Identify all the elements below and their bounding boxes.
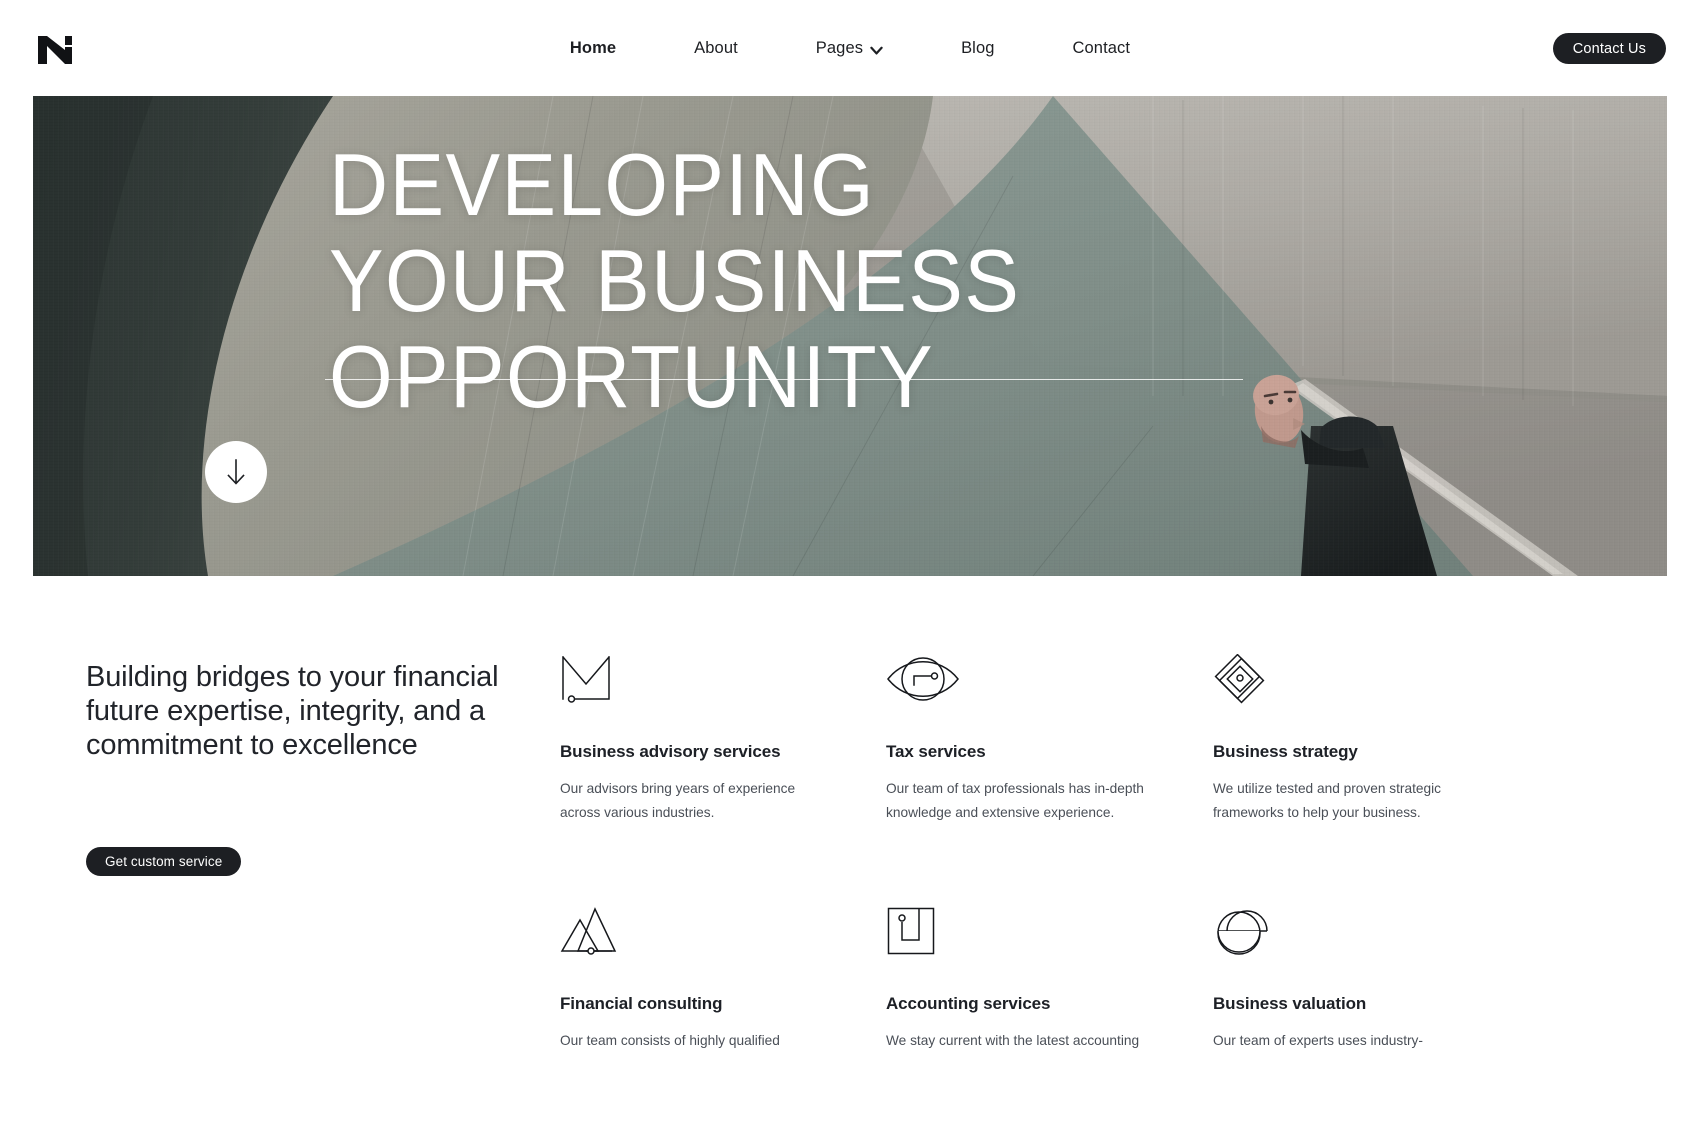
service-card-title: Tax services (886, 742, 986, 761)
nav-item-contact[interactable]: Contact (1073, 39, 1131, 58)
scroll-down-button[interactable] (205, 441, 267, 503)
service-card-description: We stay current with the latest accounti… (886, 1033, 1140, 1048)
eye-icon (886, 654, 1186, 712)
service-card-accounting-services[interactable]: Accounting services We stay current with… (886, 906, 1186, 1053)
service-card-business-valuation[interactable]: Business valuation Our team of experts u… (1213, 906, 1513, 1053)
service-card-description: We utilize tested and proven strategic f… (1213, 781, 1441, 820)
arrow-down-icon (227, 459, 245, 485)
get-custom-service-button[interactable]: Get custom service (86, 847, 242, 876)
nav-item-contact-label: Contact (1072, 38, 1131, 57)
nav-item-home-label: Home (569, 38, 617, 57)
arc-circle-icon (1213, 906, 1513, 964)
nav-item-blog[interactable]: Blog (961, 39, 994, 58)
service-card-tax-services[interactable]: Tax services Our team of tax professiona… (886, 654, 1186, 906)
nav-item-about[interactable]: About (694, 39, 738, 58)
service-card-title: Business advisory services (560, 742, 781, 761)
crown-m-icon (560, 654, 860, 712)
service-card-description: Our team of experts uses industry- (1213, 1033, 1423, 1048)
hero-divider-line (325, 378, 1243, 380)
site-header: Home About Pages Blog Contact Contact Us (0, 0, 1700, 96)
services-cards-grid: Business advisory services Our advisors … (560, 654, 1640, 1053)
services-intro-heading: Building bridges to your financial futur… (86, 661, 499, 761)
services-section: Building bridges to your financial futur… (0, 576, 1700, 1137)
mountains-icon (560, 906, 860, 964)
service-card-title: Financial consulting (560, 994, 723, 1013)
service-card-business-strategy[interactable]: Business strategy We utilize tested and … (1213, 654, 1513, 906)
square-panel-icon (886, 906, 1186, 964)
service-card-description: Our advisors bring years of experience a… (560, 781, 796, 820)
services-intro-column: Building bridges to your financial futur… (86, 660, 506, 876)
contact-us-button[interactable]: Contact Us (1552, 33, 1666, 64)
service-card-business-advisory[interactable]: Business advisory services Our advisors … (560, 654, 860, 906)
nav-item-pages-label: Pages (815, 38, 864, 57)
hero-rule-holder (33, 96, 1667, 576)
nav-item-home[interactable]: Home (570, 39, 616, 58)
service-card-description: Our team consists of highly qualified (560, 1033, 780, 1048)
service-card-title: Business strategy (1213, 742, 1358, 761)
service-card-title: Business valuation (1213, 994, 1367, 1013)
service-card-financial-consulting[interactable]: Financial consulting Our team consists o… (560, 906, 860, 1053)
service-card-description: Our team of tax professionals has in-dep… (886, 781, 1144, 820)
nav-item-pages[interactable]: Pages (816, 39, 883, 58)
nav-item-blog-label: Blog (961, 38, 995, 57)
hero-section: DEVELOPING YOUR BUSINESS OPPORTUNITY (33, 96, 1667, 576)
nested-diamond-icon (1213, 654, 1513, 712)
chevron-down-icon (870, 43, 883, 56)
main-navigation: Home About Pages Blog Contact (0, 0, 1700, 96)
nav-item-about-label: About (694, 38, 738, 57)
service-card-title: Accounting services (886, 994, 1051, 1013)
